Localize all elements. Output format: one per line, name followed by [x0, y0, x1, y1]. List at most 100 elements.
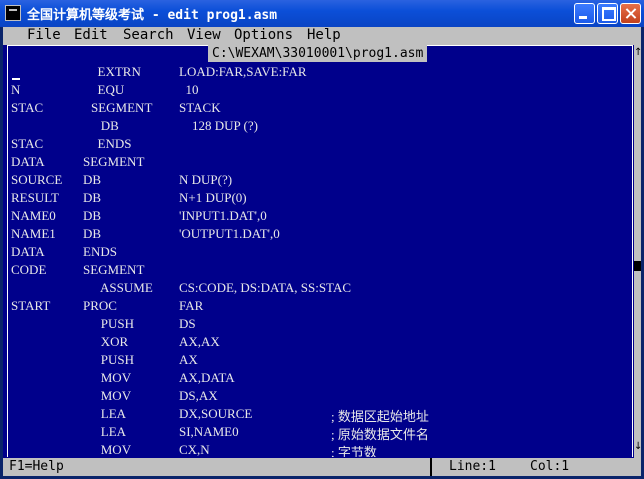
- code-line[interactable]: N EQU 10: [11, 82, 631, 100]
- status-bar: F1=Help Line:1 Col:1: [3, 458, 641, 476]
- code-line[interactable]: PUSH DS: [11, 316, 631, 334]
- code-c3: EXTRN: [91, 64, 141, 79]
- code-c1: STAC: [11, 100, 44, 115]
- code-c1: START: [11, 298, 51, 313]
- minimize-button[interactable]: [574, 3, 595, 24]
- menu-help[interactable]: Help: [307, 27, 341, 43]
- code-c2: DB: [83, 172, 102, 187]
- maximize-button[interactable]: [597, 3, 618, 24]
- code-c3: PUSH: [91, 316, 134, 331]
- console-area: File Edit Search View Options Help C:\WE…: [3, 27, 642, 476]
- status-divider: [430, 458, 432, 476]
- code-c2: ENDS: [83, 244, 117, 259]
- code-line[interactable]: PUSH AX: [11, 352, 631, 370]
- status-line-number: Line:1: [449, 459, 496, 474]
- code-line[interactable]: SOURCE DB N DUP(?): [11, 172, 631, 190]
- code-c4: N+1 DUP(0): [179, 190, 247, 205]
- code-c4: CS:CODE, DS:DATA, SS:STAC: [179, 280, 352, 295]
- code-c4: DS: [179, 316, 196, 331]
- code-c4: LOAD:FAR,SAVE:FAR: [179, 64, 307, 79]
- code-c2: SEGMENT: [83, 262, 145, 277]
- status-help: F1=Help: [9, 459, 64, 474]
- code-line[interactable]: RESULT DB N+1 DUP(0): [11, 190, 631, 208]
- code-c4: 'OUTPUT1.DAT',0: [179, 226, 280, 241]
- code-c1: RESULT: [11, 190, 59, 205]
- code-c2: DB: [83, 208, 102, 223]
- menu-edit[interactable]: Edit: [74, 27, 108, 43]
- code-line[interactable]: MOV DS,AX: [11, 388, 631, 406]
- code-line[interactable]: EXTRN LOAD:FAR,SAVE:FAR: [11, 64, 631, 82]
- code-line[interactable]: CODE SEGMENT: [11, 262, 631, 280]
- code-c5: ; 数据区起始地址: [331, 409, 429, 424]
- code-c1: CODE: [11, 262, 47, 277]
- menu-file[interactable]: File: [27, 27, 61, 43]
- code-c2: SEGMENT: [83, 154, 145, 169]
- code-c4: AX,AX: [179, 334, 220, 349]
- editor-window[interactable]: C:\WEXAM\33010001\prog1.asm EXTRN LOAD:FA…: [3, 45, 642, 458]
- code-c3: LEA: [91, 424, 127, 439]
- code-c4: SI,NAME0: [179, 424, 239, 439]
- file-path-title: C:\WEXAM\33010001\prog1.asm: [208, 45, 428, 62]
- menu-view[interactable]: View: [187, 27, 221, 43]
- code-c2: DB: [83, 226, 102, 241]
- code-c2: PROC: [83, 298, 117, 313]
- code-c4: FAR: [179, 298, 204, 313]
- code-c4: N DUP(?): [179, 172, 233, 187]
- code-c4: CX,N: [179, 442, 210, 457]
- code-line[interactable]: MOV AX,DATA: [11, 370, 631, 388]
- code-c3: DB: [91, 118, 119, 133]
- scroll-thumb[interactable]: [634, 261, 641, 271]
- code-c4: 10: [179, 82, 199, 97]
- code-line[interactable]: START PROC FAR: [11, 298, 631, 316]
- code-line[interactable]: XOR AX,AX: [11, 334, 631, 352]
- status-column-number: Col:1: [530, 459, 570, 474]
- code-c1: STAC: [11, 136, 44, 151]
- menu-bar: File Edit Search View Options Help: [3, 27, 641, 45]
- code-line[interactable]: ASSUME CS:CODE, DS:DATA, SS:STAC: [11, 280, 631, 298]
- code-c3: MOV: [91, 442, 132, 457]
- text-cursor: [12, 78, 20, 80]
- code-line[interactable]: NAME0 DB 'INPUT1.DAT',0: [11, 208, 631, 226]
- code-c1: N: [11, 82, 21, 97]
- code-line[interactable]: NAME1 DB 'OUTPUT1.DAT',0: [11, 226, 631, 244]
- code-c4: DX,SOURCE: [179, 406, 253, 421]
- code-c2: DB: [83, 190, 102, 205]
- code-line[interactable]: DATA ENDS: [11, 244, 631, 262]
- code-c3: XOR: [91, 334, 129, 349]
- code-c4: STACK: [179, 100, 221, 115]
- code-c3: LEA: [91, 406, 127, 421]
- code-c1: SOURCE: [11, 172, 63, 187]
- vertical-scrollbar[interactable]: ↑ ↓: [634, 45, 642, 458]
- code-line[interactable]: LEA SI,NAME0 ; 原始数据文件名: [11, 424, 631, 442]
- code-c4: 'INPUT1.DAT',0: [179, 208, 267, 223]
- scroll-down-arrow-icon[interactable]: ↓: [634, 441, 642, 453]
- close-button[interactable]: [620, 3, 641, 24]
- code-area[interactable]: EXTRN LOAD:FAR,SAVE:FAR N EQU 10 STAC SEGMEN…: [11, 64, 631, 457]
- code-c1: DATA: [11, 154, 45, 169]
- code-line[interactable]: LEA DX,SOURCE ; 数据区起始地址: [11, 406, 631, 424]
- title-bar: 全国计算机等级考试 - edit prog1.asm: [0, 0, 644, 27]
- code-line[interactable]: STAC SEGMENT STACK: [11, 100, 631, 118]
- code-line[interactable]: DB 128 DUP (?): [11, 118, 631, 136]
- code-line[interactable]: MOV CX,N ; 字节数: [11, 442, 631, 457]
- code-c4: AX: [179, 352, 198, 367]
- code-line[interactable]: DATA SEGMENT: [11, 154, 631, 172]
- code-c3: MOV: [91, 388, 132, 403]
- menu-options[interactable]: Options: [234, 27, 293, 43]
- code-c3: SEGMENT: [91, 100, 153, 115]
- code-c5: ; 原始数据文件名: [331, 427, 429, 442]
- code-c1: NAME1: [11, 226, 56, 241]
- code-c4: DS,AX: [179, 388, 218, 403]
- code-c3: PUSH: [91, 352, 134, 367]
- code-c4: AX,DATA: [179, 370, 235, 385]
- code-c3: EQU: [91, 82, 125, 97]
- scroll-up-arrow-icon[interactable]: ↑: [634, 47, 642, 59]
- code-line[interactable]: STAC ENDS: [11, 136, 631, 154]
- code-c4: 128 DUP (?): [179, 118, 258, 133]
- code-c1: NAME0: [11, 208, 56, 223]
- app-icon[interactable]: [5, 5, 21, 21]
- window-title: 全国计算机等级考试 - edit prog1.asm: [27, 8, 278, 23]
- menu-search[interactable]: Search: [123, 27, 174, 43]
- code-c3: ASSUME: [91, 280, 153, 295]
- code-c5: ; 字节数: [331, 445, 377, 457]
